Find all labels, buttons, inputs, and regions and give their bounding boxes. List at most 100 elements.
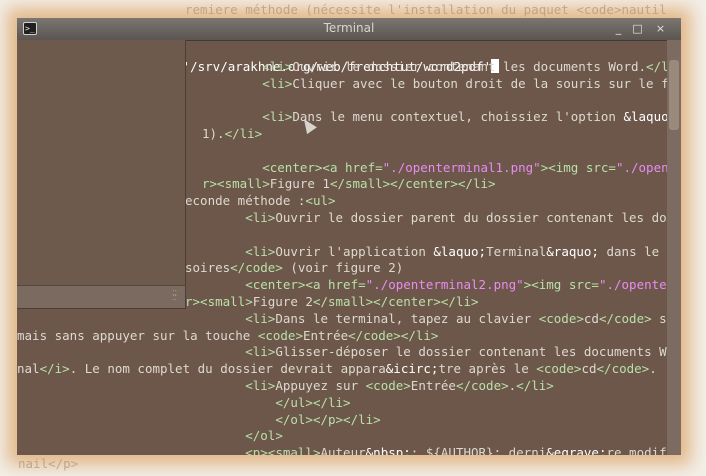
text-token: Ouvrir le dossier contenant les document… [292,58,647,74]
text-token: Terminal [486,243,547,259]
terminal-line: <center><a href="./openterminal2.png"><i… [185,277,681,294]
terminal-line: </ol></p></li> [185,412,380,429]
text-token: Auteur [320,445,366,455]
text-token: 1). [202,126,225,141]
inner-terminal-window[interactable]: ⁚⁚ ⁚⁚ [17,40,186,309]
html-tag-token: </li> [224,126,263,141]
terminal-line: 1).</li> [202,126,262,143]
minimize-button[interactable]: _ [611,22,626,36]
html-tag-token: </code> [230,260,283,276]
html-tag-token: <code> [536,361,582,377]
terminal-line: mais sans appuyer sur la touche <code>En… [17,328,438,345]
terminal-line: <li>Ouvrir le dossier parent du dossier … [185,210,681,227]
html-tag-token: <code> [257,327,303,343]
html-tag-token: <p><small> [245,445,321,455]
terminal-line: <li>Appuyez sur <code>Entrée</code>.</li… [185,378,554,395]
html-tag-token: <li> [245,378,276,393]
terminal-line: <p><small>Auteur&nbsp;: ${AUTHOR}; derni… [185,445,681,455]
html-tag-token: </code> [455,378,509,393]
text-token: Ouvrir le dossier parent du dossier cont… [275,210,681,225]
text-token: . Le nom complet du dossier devrait appa… [69,361,386,377]
html-tag-token: ><img src= [523,277,599,293]
terminal-line: soires</code> (voir figure 2) [185,260,403,277]
html-tag-token: <li> [245,210,276,225]
inner-window-statusbar: ⁚⁚ ⁚⁚ [17,285,185,308]
text-token: Figure 1 [269,176,330,192]
text-token: Glisser-déposer le dossier contenant les… [275,344,681,360]
html-tag-token: </code></li> [348,327,439,343]
html-tag-token: </code> [598,310,652,326]
text-token: cd [581,361,597,377]
text-token: nal [17,361,40,377]
html-tag-token: <li> [262,75,293,91]
terminal-line: econde méthode :<ul> [185,193,336,210]
html-tag-token: <code> [538,310,584,326]
html-tag-token: ><img src= [540,159,616,175]
entity-token: &laquo; [433,243,487,259]
text-token: Dans le terminal, tapez au clavier [275,310,539,326]
background-editor-top-line: remiere méthode (nécessite l'installatio… [185,2,667,17]
terminal-line: <li>Ouvrir le dossier contenant les docu… [202,59,681,76]
close-button[interactable]: × [653,22,668,36]
html-tag-token: <li> [245,243,276,259]
terminal-line: <center><a href="./openterminal1.png"><i… [202,160,681,177]
terminal-line: <li>Cliquer avec le bouton droit de la s… [202,76,681,93]
text-token: Entrée [302,327,349,343]
text-token: (voir figure 2) [282,260,404,276]
resize-grip-icon[interactable]: ⁚⁚ ⁚⁚ [172,290,182,304]
text-token: Dans le menu contextuel, choissiez l'opt… [292,109,624,125]
text-token: soires [185,260,231,276]
entity-token: &raquo; [546,243,599,259]
text-token: tre après le [438,361,537,377]
html-tag-token: </ul></li> [275,394,351,410]
terminal-line: <li>Dans le menu contextuel, choissiez l… [202,109,681,126]
html-tag-token: </code> [596,361,650,377]
html-tag-token: <ul> [305,193,336,209]
html-tag-token: </small></center></li> [329,176,496,192]
html-tag-token: <center><a href= [245,277,366,293]
html-tag-token: </small></center></li> [312,294,479,309]
text-token: Entrée [410,378,456,393]
terminal-line: </ul></li> [185,394,351,412]
vertical-scrollbar[interactable] [667,40,681,455]
terminal-line: nal</i>. Le nom complet du dossier devra… [17,361,657,378]
text-token: Cliquer avec le bouton droit de la souri… [292,75,681,91]
text-token: Ouvrir l'application [275,243,434,259]
html-tag-token: <li> [262,58,293,74]
html-tag-token: </li> [516,378,554,393]
terminal-line: r><small>Figure 2</small></center></li> [185,294,479,311]
html-tag-token: r><small> [202,176,270,192]
entity-token: &nbsp; [365,445,411,455]
text-token: . [649,361,657,377]
text-token: : ${AUTHOR}; derni [410,445,547,455]
html-tag-token: <li> [262,109,293,125]
terminal-line: <li>Ouvrir l'application &laquo;Terminal… [185,244,681,261]
text-token: econde méthode : [185,193,306,209]
window-title: Terminal [323,21,375,35]
terminal-line: <li>Dans le terminal, tapez au clavier <… [185,311,681,328]
title-bar[interactable]: >_ Terminal _ □ × [17,18,681,41]
scrollbar-thumb[interactable] [669,60,679,130]
entity-token: &icirc; [385,361,439,377]
text-token: Figure 2 [252,294,313,309]
maximize-button[interactable]: □ [630,22,645,36]
string-token: "./openterminal2.png" [365,277,524,293]
terminal-window[interactable]: >_ Terminal _ □ × <sgalland:~> cd '/srv/… [17,18,681,455]
html-tag-token: r><small> [185,294,253,309]
html-tag-token: </ol> [245,428,283,444]
html-tag-token: <code> [365,378,411,393]
html-tag-token: <li> [245,310,276,326]
html-tag-token: </i> [39,361,70,377]
